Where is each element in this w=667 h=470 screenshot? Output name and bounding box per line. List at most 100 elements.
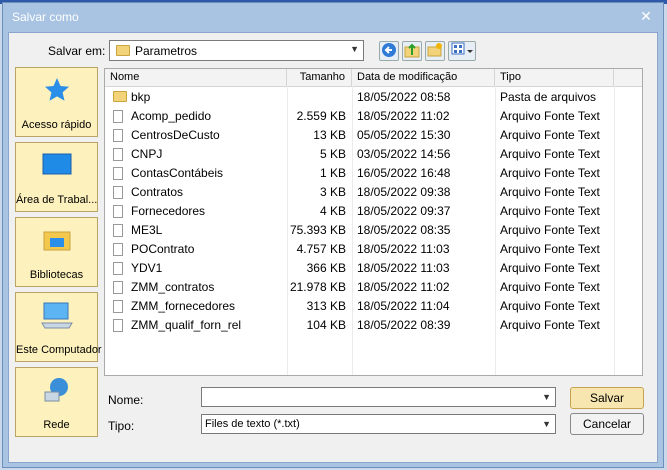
file-row[interactable]: Contratos 3 KB 18/05/2022 09:38 Arquivo Fon…	[105, 183, 642, 202]
file-size: 4.757 KB	[296, 242, 346, 256]
row-icon	[113, 224, 123, 240]
close-icon[interactable]: ✕	[635, 7, 657, 25]
dialog-body: Salvar em: Parametros ▼ Acesso rápido Ár…	[8, 32, 658, 463]
file-date: 18/05/2022 08:35	[357, 223, 451, 237]
library-icon	[42, 226, 72, 257]
filetype-label: Tipo:	[108, 419, 135, 433]
save-button[interactable]: Salvar	[570, 387, 644, 409]
file-name: CentrosDeCusto	[131, 128, 220, 142]
place-label: Área de Trabal...	[16, 194, 98, 206]
file-icon	[113, 224, 123, 237]
file-row[interactable]: Acomp_pedido 2.559 KB 18/05/2022 11:02 Arqu…	[105, 107, 642, 126]
save-in-label: Salvar em:	[48, 44, 106, 58]
file-type: Arquivo Fonte Text	[500, 185, 600, 199]
row-icon	[113, 110, 123, 126]
window-title: Salvar como	[12, 10, 79, 24]
filename-label: Nome:	[108, 393, 144, 407]
chevron-down-icon[interactable]: ▼	[542, 415, 551, 433]
file-type: Arquivo Fonte Text	[500, 261, 600, 275]
place-this-pc[interactable]: Este Computador	[15, 292, 102, 362]
column-header-size[interactable]: Tamanho	[287, 69, 352, 86]
file-date: 18/05/2022 09:38	[357, 185, 451, 199]
row-icon	[113, 319, 123, 335]
column-header-type[interactable]: Tipo	[495, 69, 614, 86]
chevron-down-icon[interactable]: ▼	[542, 388, 551, 406]
file-row[interactable]: YDV1 366 KB 18/05/2022 11:03 Arquivo Fonte …	[105, 259, 642, 278]
network-icon	[42, 376, 72, 409]
file-date: 16/05/2022 16:48	[357, 166, 451, 180]
file-row[interactable]: ME3L 75.393 KB 18/05/2022 08:35 Arquivo Fon…	[105, 221, 642, 240]
file-icon	[113, 319, 123, 332]
column-header-date[interactable]: Data de modificação	[352, 69, 495, 86]
row-icon	[113, 262, 123, 278]
file-type: Arquivo Fonte Text	[500, 109, 600, 123]
file-list[interactable]: Nome Tamanho Data de modificação Tipo bk…	[104, 68, 643, 376]
cancel-button[interactable]: Cancelar	[570, 413, 644, 435]
folder-icon	[113, 91, 127, 102]
file-size: 3 KB	[319, 185, 346, 199]
place-libraries[interactable]: Bibliotecas	[15, 217, 98, 287]
list-header: Nome Tamanho Data de modificação Tipo	[105, 69, 642, 87]
file-name: Fornecedores	[131, 204, 206, 218]
filename-input[interactable]: ▼	[201, 387, 556, 407]
file-name: ZMM_contratos	[131, 280, 215, 294]
file-row[interactable]: ZMM_fornecedores 313 KB 18/05/2022 11:04 Ar…	[105, 297, 642, 316]
file-size: 313 KB	[306, 299, 346, 313]
row-icon	[113, 186, 123, 202]
file-name: CNPJ	[131, 147, 163, 161]
file-row[interactable]: ZMM_qualif_forn_rel 104 KB 18/05/2022 08:3…	[105, 316, 642, 335]
back-icon[interactable]	[379, 41, 399, 61]
file-type: Arquivo Fonte Text	[500, 204, 600, 218]
star-icon	[43, 76, 71, 107]
file-name: POContrato	[131, 242, 195, 256]
file-type: Arquivo Fonte Text	[500, 318, 600, 332]
save-in-combo[interactable]: Parametros ▼	[109, 40, 364, 61]
row-icon	[113, 167, 123, 183]
file-size: 13 KB	[313, 128, 346, 142]
place-label: Acesso rápido	[21, 119, 92, 131]
file-type: Arquivo Fonte Text	[500, 147, 600, 161]
file-icon	[113, 129, 123, 142]
view-menu-icon[interactable]	[448, 41, 476, 61]
file-date: 18/05/2022 08:39	[357, 318, 451, 332]
place-label: Rede	[43, 419, 70, 431]
file-row[interactable]: bkp 18/05/2022 08:58 Pasta de arquivos	[105, 88, 642, 107]
up-folder-icon[interactable]	[402, 41, 422, 61]
file-icon	[113, 243, 123, 256]
file-date: 18/05/2022 11:04	[357, 299, 450, 313]
file-row[interactable]: ContasContábeis 1 KB 16/05/2022 16:48 Arqui…	[105, 164, 642, 183]
file-date: 18/05/2022 08:58	[357, 90, 451, 104]
file-row[interactable]: Fornecedores 4 KB 18/05/2022 09:37 Arquivo …	[105, 202, 642, 221]
file-icon	[113, 167, 123, 180]
file-name: ContasContábeis	[131, 166, 224, 180]
place-desktop[interactable]: Área de Trabal...	[15, 142, 98, 212]
place-quick-access[interactable]: Acesso rápido	[15, 67, 98, 137]
file-row[interactable]: CentrosDeCusto 13 KB 05/05/2022 15:30 Arqui…	[105, 126, 642, 145]
file-date: 05/05/2022 15:30	[357, 128, 451, 142]
desktop-icon	[42, 151, 72, 182]
place-network[interactable]: Rede	[15, 367, 98, 437]
file-row[interactable]: ZMM_contratos 21.978 KB 18/05/2022 11:02 Ar…	[105, 278, 642, 297]
new-folder-icon[interactable]	[425, 41, 445, 61]
row-icon	[113, 300, 123, 316]
filetype-value: Files de texto (*.txt)	[205, 418, 300, 430]
file-icon	[113, 148, 123, 161]
place-label: Bibliotecas	[29, 269, 84, 281]
file-date: 03/05/2022 14:56	[357, 147, 451, 161]
folder-icon	[116, 45, 130, 56]
file-date: 18/05/2022 11:02	[357, 280, 450, 294]
file-date: 18/05/2022 11:03	[357, 242, 450, 256]
file-type: Arquivo Fonte Text	[500, 299, 600, 313]
file-date: 18/05/2022 11:03	[357, 261, 450, 275]
file-row[interactable]: POContrato 4.757 KB 18/05/2022 11:03 Arquiv…	[105, 240, 642, 259]
file-type: Arquivo Fonte Text	[500, 242, 600, 256]
file-row[interactable]: CNPJ 5 KB 03/05/2022 14:56 Arquivo Fonte Te…	[105, 145, 642, 164]
column-header-name[interactable]: Nome	[105, 69, 287, 86]
file-icon	[113, 281, 123, 294]
title-bar[interactable]: Salvar como ✕	[3, 3, 663, 31]
filetype-select[interactable]: Files de texto (*.txt) ▼	[201, 414, 556, 434]
file-date: 18/05/2022 09:37	[357, 204, 451, 218]
file-size: 75.393 KB	[289, 223, 346, 237]
places-bar: Acesso rápido Área de Trabal... Bibliote…	[13, 67, 102, 443]
file-name: Acomp_pedido	[131, 109, 212, 123]
